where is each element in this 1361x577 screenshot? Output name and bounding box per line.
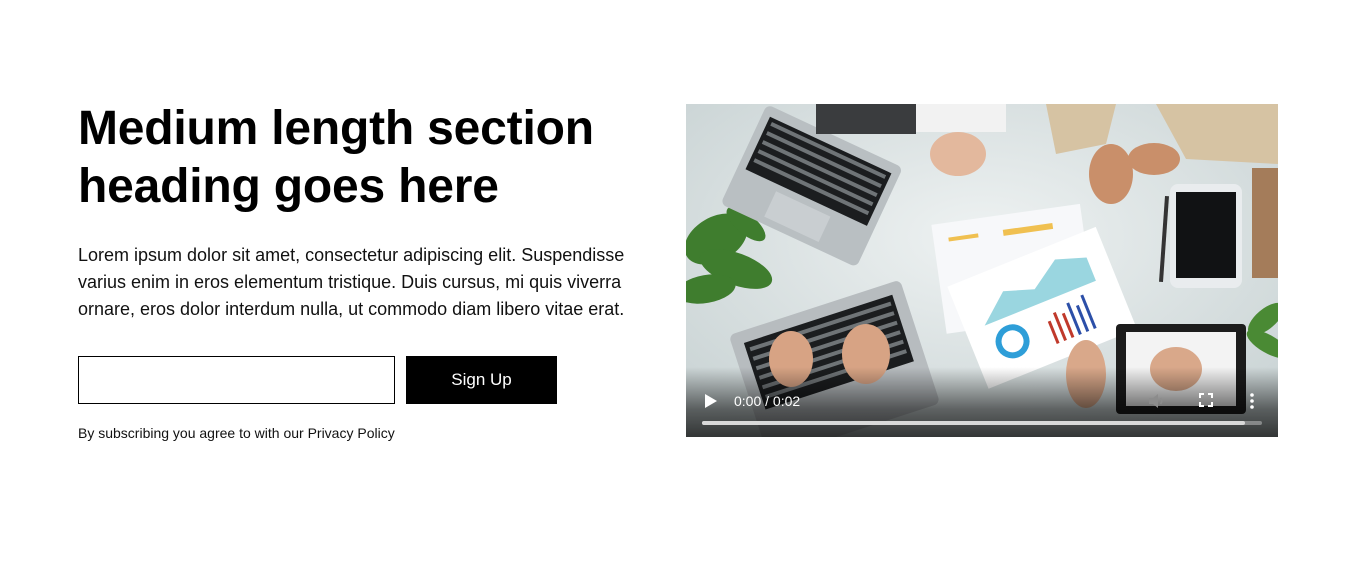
volume-icon[interactable] xyxy=(1148,392,1166,410)
section-heading: Medium length section heading goes here xyxy=(78,102,594,213)
signup-section: Medium length section heading goes here … xyxy=(0,0,1361,577)
section-body-text: Lorem ipsum dolor sit amet, consectetur … xyxy=(78,245,625,319)
video-controls: 0:00 / 0:02 xyxy=(686,367,1278,437)
play-icon[interactable] xyxy=(704,393,718,409)
signup-form: Sign Up xyxy=(78,356,638,404)
video-progress-bar[interactable] xyxy=(702,421,1262,425)
video-player[interactable]: 0:00 / 0:02 xyxy=(686,104,1278,437)
content-column: Medium length section heading goes here … xyxy=(78,100,638,441)
privacy-notice: By subscribing you agree to with our Pri… xyxy=(78,425,395,441)
time-display: 0:00 / 0:02 xyxy=(734,393,801,409)
video-progress-fill xyxy=(702,421,1246,425)
signup-button[interactable]: Sign Up xyxy=(406,356,557,404)
fullscreen-icon[interactable] xyxy=(1199,393,1213,407)
email-field[interactable] xyxy=(78,356,395,404)
more-vertical-icon[interactable] xyxy=(1249,392,1255,410)
